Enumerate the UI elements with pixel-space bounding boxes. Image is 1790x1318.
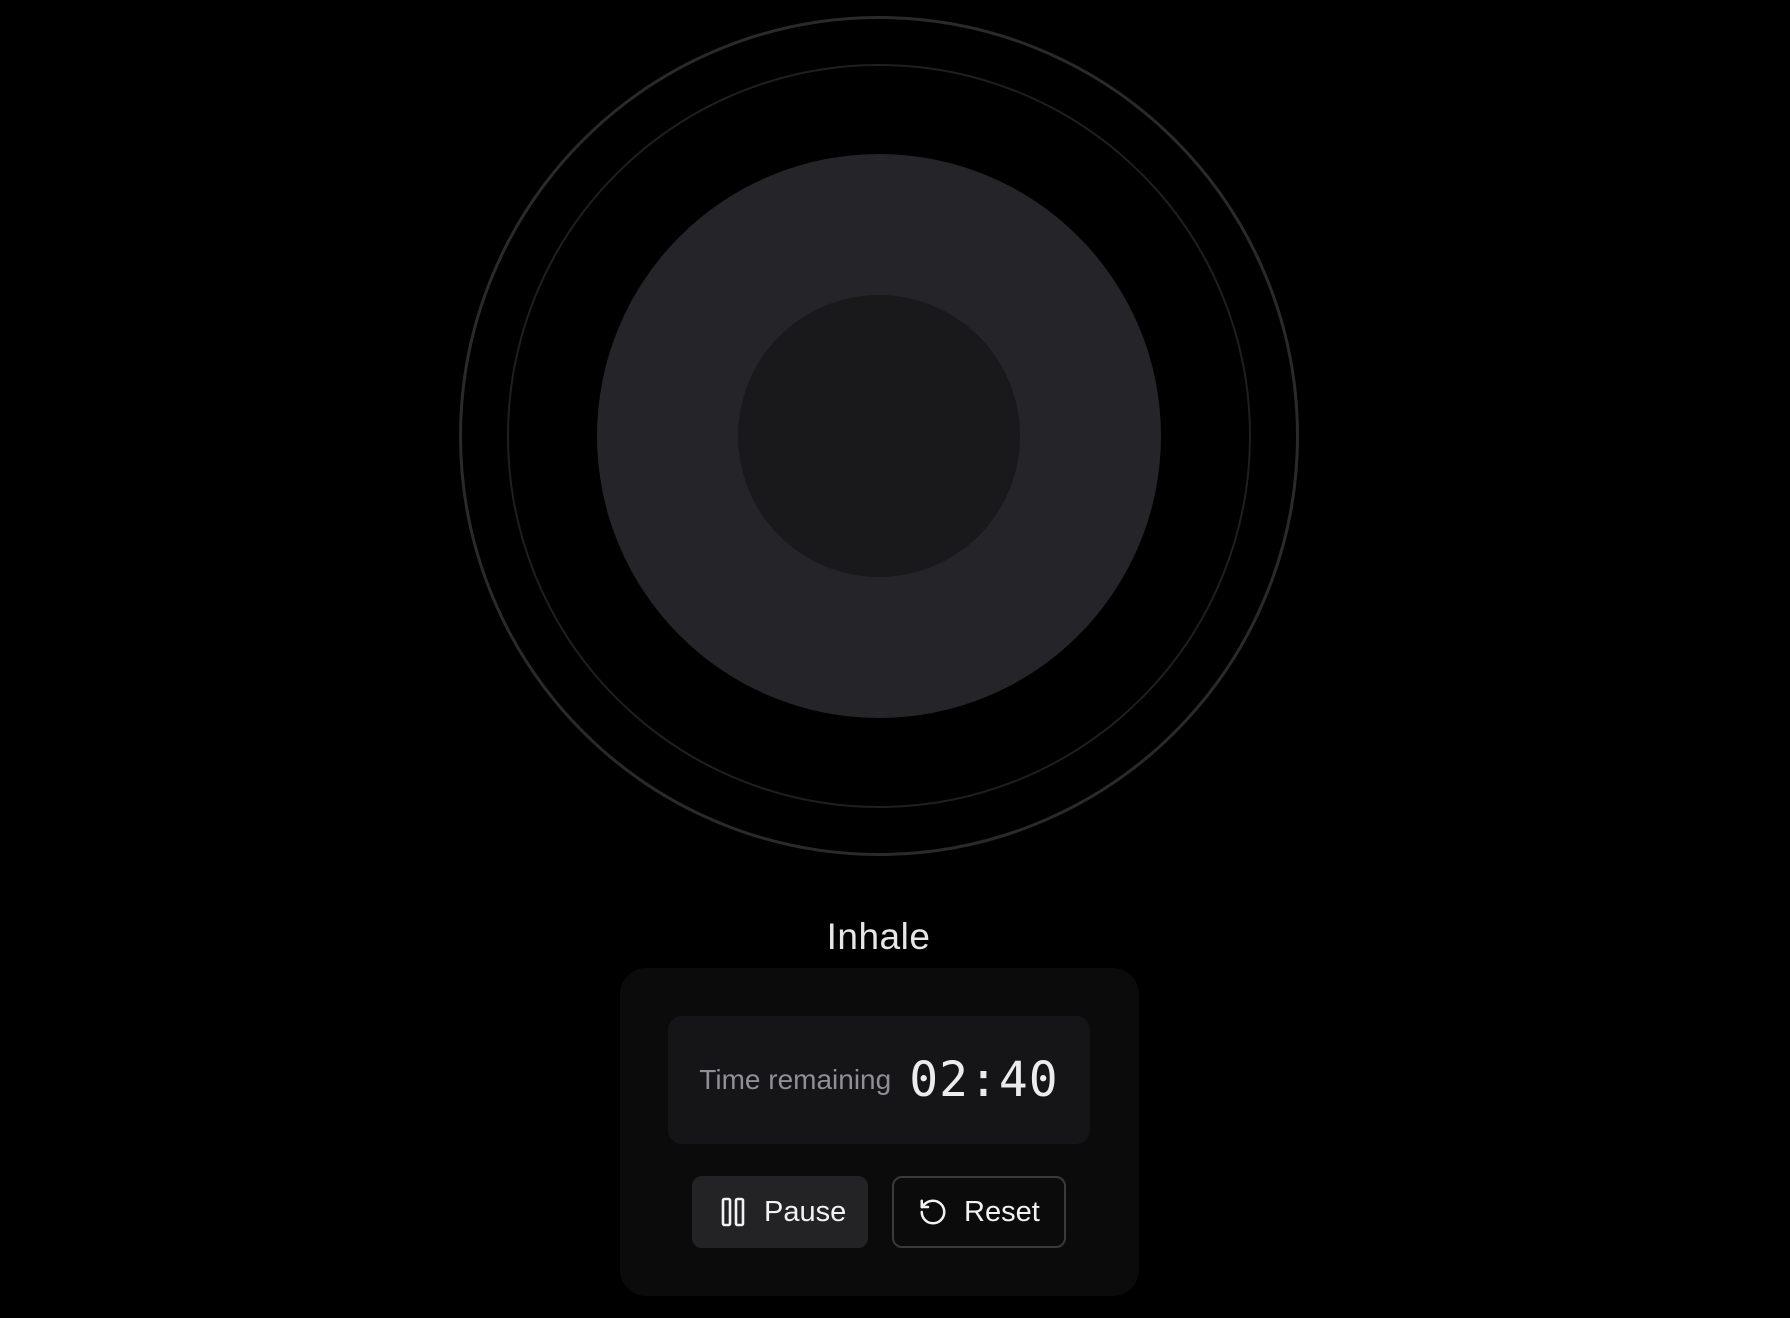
reset-button-label: Reset (964, 1195, 1040, 1228)
pause-icon (718, 1197, 748, 1227)
reset-button[interactable]: Reset (892, 1176, 1066, 1248)
timer-label: Time remaining (699, 1064, 892, 1095)
rotate-ccw-icon (918, 1197, 948, 1227)
control-panel: Time remaining 02:40 Pause Reset (620, 968, 1139, 1296)
timer-value: 02:40 (909, 1052, 1059, 1108)
pause-button[interactable]: Pause (692, 1176, 868, 1248)
pause-button-label: Pause (764, 1195, 847, 1228)
timer-display: Time remaining 02:40 (668, 1016, 1090, 1144)
breathing-screen: Inhale Time remaining 02:40 Pause Reset (0, 0, 1790, 1318)
breath-phase-label: Inhale (826, 916, 931, 957)
breathing-core (738, 295, 1020, 577)
